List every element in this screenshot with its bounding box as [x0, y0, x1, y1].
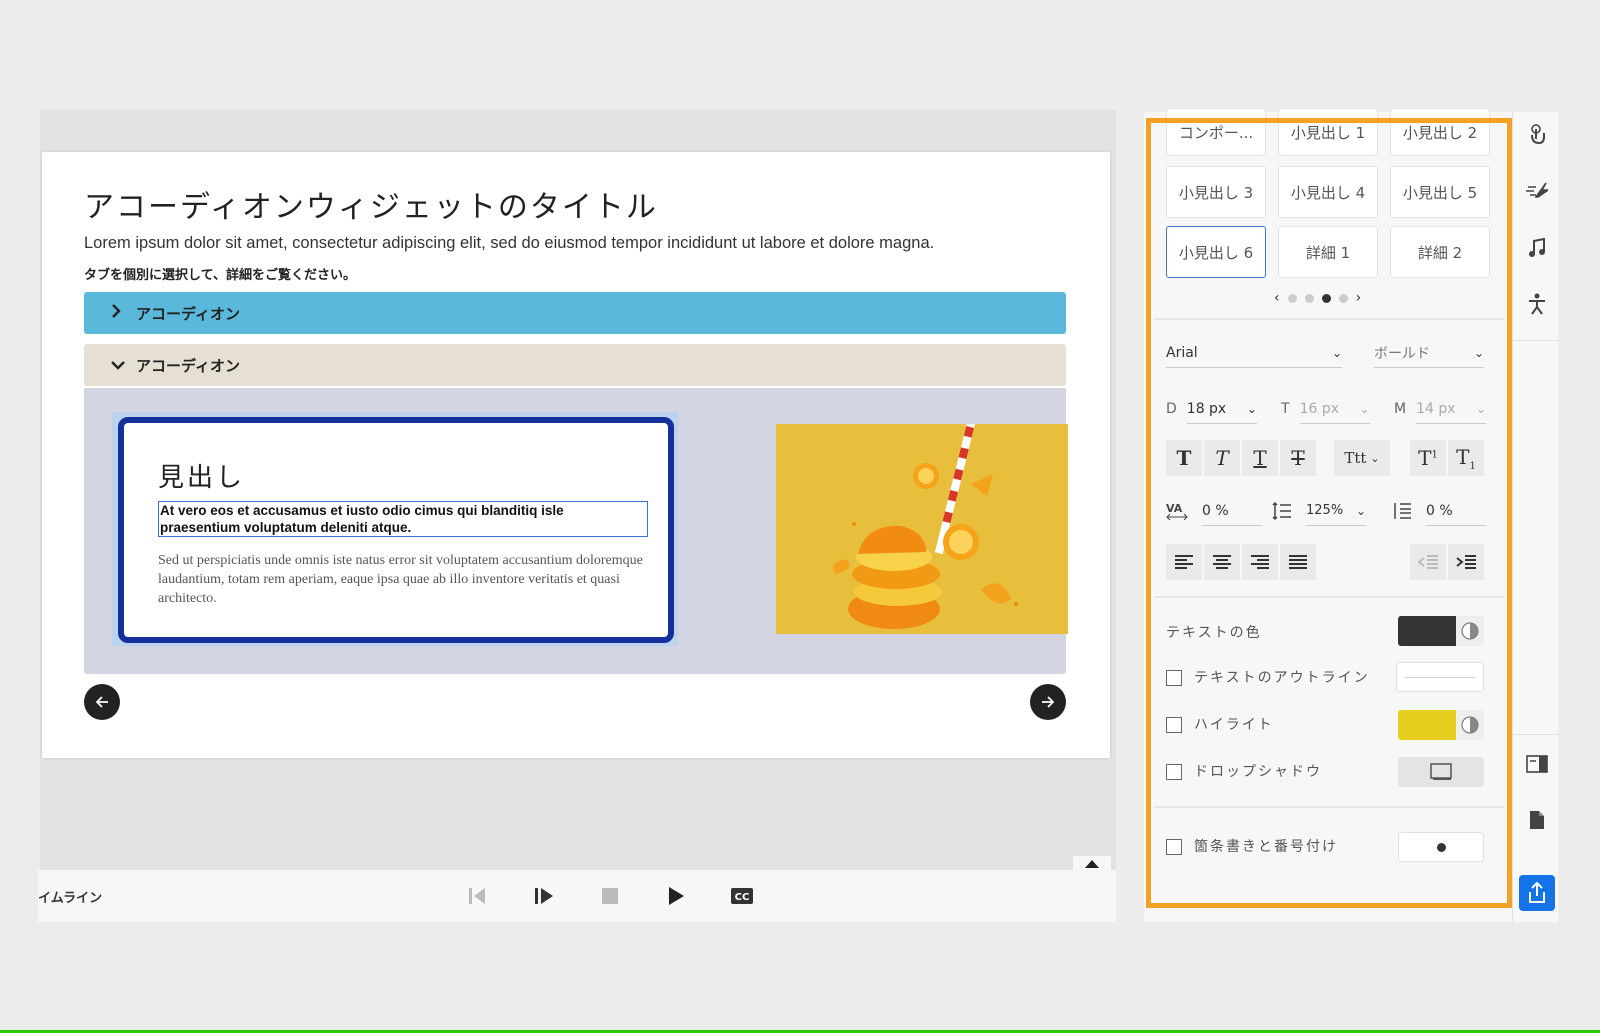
card-body-text[interactable]: Sed ut perspiciatis unde omnis iste natu… — [158, 551, 648, 608]
play-icon — [669, 887, 684, 905]
accessibility-icon[interactable] — [1525, 292, 1549, 316]
rewind-button[interactable] — [464, 882, 492, 910]
accordion-header-2[interactable]: アコーディオン — [84, 344, 1066, 386]
right-icon-rail — [1512, 112, 1559, 922]
accordion-panel: 見出し At vero eos et accusamus et iusto od… — [84, 388, 1068, 674]
document-icon[interactable] — [1525, 808, 1549, 832]
arrow-left-icon — [95, 696, 108, 708]
interactions-icon[interactable] — [1525, 122, 1549, 146]
timeline-label[interactable]: イムライン — [38, 887, 102, 906]
rail-divider — [1513, 340, 1559, 341]
properties-panel-icon[interactable] — [1525, 752, 1549, 776]
svg-text:CC: CC — [735, 892, 750, 903]
timeline-bar: イムライン CC — [38, 856, 1116, 922]
slide: アコーディオンウィジェットのタイトル Lorem ipsum dolor sit… — [42, 152, 1110, 758]
cc-icon: CC — [731, 888, 753, 904]
card-heading[interactable]: 見出し — [158, 457, 245, 494]
share-icon — [1529, 882, 1545, 903]
accordion-label: アコーディオン — [136, 304, 240, 323]
stop-button[interactable] — [596, 882, 624, 910]
accordion-label: アコーディオン — [136, 356, 240, 375]
panel-highlight-frame — [1146, 118, 1512, 908]
skip-forward-icon — [535, 888, 553, 904]
publish-button[interactable] — [1519, 875, 1555, 911]
slide-title[interactable]: アコーディオンウィジェットのタイトル — [84, 182, 658, 226]
stop-icon — [602, 888, 618, 904]
slide-description[interactable]: Lorem ipsum dolor sit amet, consectetur … — [84, 234, 934, 253]
accordion-header-1[interactable]: アコーディオン — [84, 292, 1066, 334]
step-forward-button[interactable] — [530, 882, 558, 910]
chevron-right-icon — [110, 303, 136, 323]
audio-icon[interactable] — [1525, 236, 1549, 260]
animation-icon[interactable] — [1525, 178, 1549, 202]
next-slide-button[interactable] — [1030, 684, 1066, 720]
orange-slices-image[interactable] — [776, 424, 1068, 634]
play-button[interactable] — [662, 882, 690, 910]
rail-divider — [1513, 734, 1559, 735]
closed-captions-button[interactable]: CC — [728, 882, 756, 910]
content-card[interactable]: 見出し At vero eos et accusamus et iusto od… — [118, 417, 674, 643]
caret-up-icon — [1085, 860, 1099, 868]
chevron-down-icon — [110, 356, 136, 375]
prev-slide-button[interactable] — [84, 684, 120, 720]
card-subheading[interactable]: At vero eos et accusamus et iusto odio c… — [158, 501, 648, 537]
arrow-right-icon — [1042, 696, 1055, 708]
slide-instruction[interactable]: タブを個別に選択して、詳細をご覧ください。 — [84, 264, 356, 283]
timeline-toggle-button[interactable] — [1073, 856, 1111, 872]
skip-back-icon — [469, 888, 485, 904]
